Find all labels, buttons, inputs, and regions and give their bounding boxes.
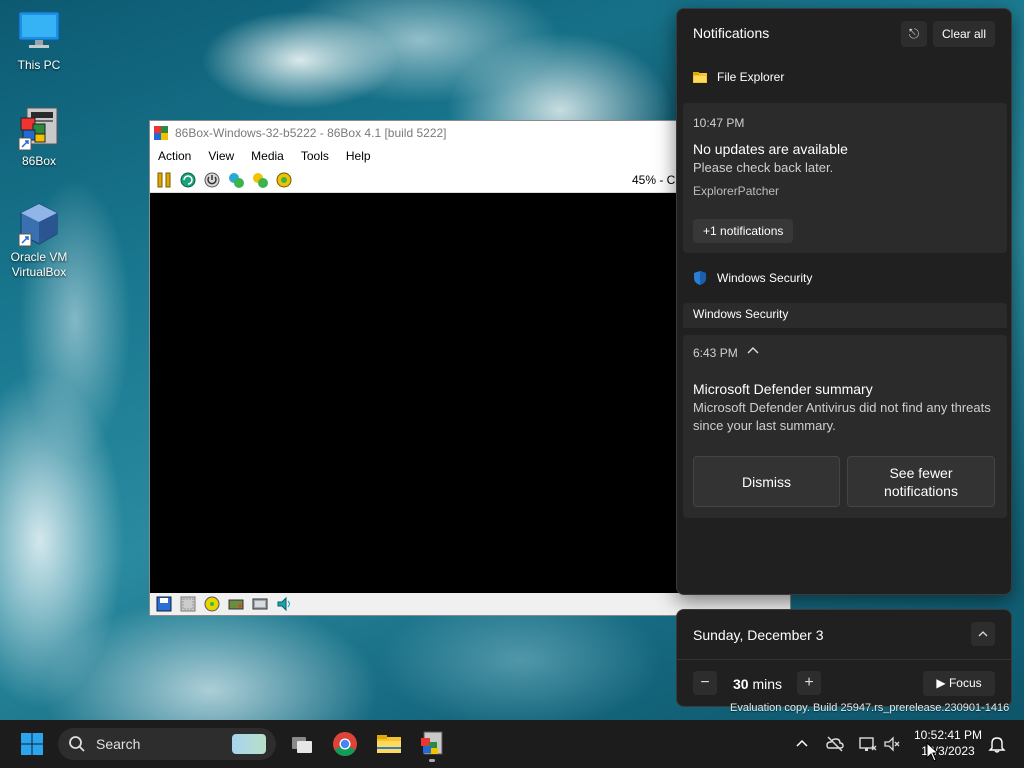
cdrom-icon[interactable] <box>204 596 220 612</box>
notification-bell-icon[interactable] <box>987 734 1007 754</box>
notification-time: 6:43 PM <box>693 346 738 360</box>
focus-start-button[interactable]: ▶ Focus <box>923 671 995 696</box>
running-indicator <box>429 759 435 762</box>
86box-taskbar-icon[interactable] <box>416 728 448 762</box>
ctrl-alt-esc-icon[interactable] <box>251 171 269 189</box>
evaluation-watermark: Evaluation copy. Build 25947.rs_prerelea… <box>730 702 1010 714</box>
network-icon[interactable] <box>857 734 877 754</box>
volume-muted-icon[interactable] <box>882 734 902 754</box>
clear-all-button[interactable]: Clear all <box>933 21 995 47</box>
floppy-icon[interactable] <box>156 596 172 612</box>
onedrive-offline-icon[interactable] <box>825 734 845 754</box>
notification-heading: Microsoft Defender summary <box>693 381 873 397</box>
notifications-title: Notifications <box>693 25 770 41</box>
notification-body: Microsoft Defender Antivirus did not fin… <box>693 400 991 433</box>
taskbar: Search 10:52:41 PM 12/3/2023 <box>0 720 1024 768</box>
notification-subheader-label: Windows Security <box>693 307 789 321</box>
desktop-icon-86box[interactable]: 86Box <box>4 106 74 169</box>
network-icon[interactable] <box>252 596 268 612</box>
desktop-icon-virtualbox[interactable]: Oracle VM VirtualBox <box>4 202 74 280</box>
power-icon[interactable] <box>203 171 221 189</box>
desktop-icon-label: Oracle VM VirtualBox <box>10 250 68 279</box>
search-placeholder: Search <box>96 736 141 752</box>
86box-app-icon <box>154 126 168 140</box>
notification-center: Notifications ⎋ Clear all File Explorer … <box>676 8 1012 595</box>
86box-app-icon <box>17 106 61 152</box>
divider <box>677 659 1011 660</box>
menu-help[interactable]: Help <box>342 149 384 163</box>
menu-media[interactable]: Media <box>247 149 297 163</box>
notification-time: 10:47 PM <box>693 116 745 130</box>
group-app-name: Windows Security <box>717 271 813 285</box>
group-app-name: File Explorer <box>717 70 785 84</box>
more-notifications-button[interactable]: +1 notifications <box>693 219 794 243</box>
menu-tools[interactable]: Tools <box>297 149 342 163</box>
chevron-up-icon[interactable] <box>971 622 995 646</box>
focus-duration-value: 30 <box>733 676 749 692</box>
see-fewer-notifications-button[interactable]: See fewer notifications <box>847 456 995 507</box>
desktop: This PC 86Box Oracle VM VirtualBox 86Box… <box>0 0 1024 720</box>
pause-icon[interactable] <box>155 171 173 189</box>
chrome-icon[interactable] <box>329 728 361 760</box>
taskbar-clock[interactable]: 10:52:41 PM 12/3/2023 <box>906 727 990 759</box>
folder-icon <box>693 70 707 84</box>
clock-date: 12/3/2023 <box>921 744 975 758</box>
reset-icon[interactable] <box>179 171 197 189</box>
show-hidden-icons-chevron-icon[interactable] <box>792 734 812 754</box>
menu-action[interactable]: Action <box>154 149 204 163</box>
do-not-disturb-icon[interactable]: ⎋ <box>901 21 927 47</box>
start-button[interactable] <box>16 728 48 760</box>
settings-icon[interactable] <box>275 171 293 189</box>
chevron-up-icon[interactable] <box>747 344 759 356</box>
ctrl-alt-del-icon[interactable] <box>227 171 245 189</box>
floppy-empty-icon[interactable] <box>180 596 196 612</box>
task-view-icon[interactable] <box>286 728 318 760</box>
hard-disk-icon[interactable] <box>228 596 244 612</box>
dismiss-button[interactable]: Dismiss <box>693 456 840 507</box>
search-icon <box>69 736 85 752</box>
sound-icon[interactable] <box>276 596 292 612</box>
focus-duration: 30 mins <box>733 676 782 692</box>
notification-group-header-file-explorer: File Explorer <box>693 70 784 84</box>
notification-group-header-windows-security: Windows Security <box>693 271 812 285</box>
notification-card-updates[interactable]: 10:47 PM No updates are available Please… <box>683 103 1007 253</box>
calendar-date: Sunday, December 3 <box>693 627 824 643</box>
search-highlight-icon <box>232 734 266 754</box>
calendar-panel: Sunday, December 3 − 30 mins + ▶ Focus <box>676 609 1012 707</box>
vm-zoom-readout: 45% - Cl <box>632 173 679 187</box>
notification-card-defender[interactable]: 6:43 PM Microsoft Defender summary Micro… <box>683 335 1007 518</box>
notification-source: ExplorerPatcher <box>693 184 780 198</box>
notification-heading: No updates are available <box>693 141 848 157</box>
mouse-cursor-icon <box>926 741 940 762</box>
desktop-icon-this-pc[interactable]: This PC <box>4 10 74 73</box>
desktop-icon-label: This PC <box>17 58 61 72</box>
notification-body: Please check back later. <box>693 160 834 175</box>
focus-label: Focus <box>948 676 982 690</box>
focus-increase-button[interactable]: + <box>797 671 821 695</box>
file-explorer-icon[interactable] <box>373 728 405 760</box>
focus-decrease-button[interactable]: − <box>693 671 717 695</box>
shield-icon <box>693 271 707 285</box>
vm-window-title: 86Box-Windows-32-b5222 - 86Box 4.1 [buil… <box>175 126 447 140</box>
play-icon: ▶ <box>936 676 946 690</box>
windows-logo-icon <box>21 733 43 755</box>
clock-time: 10:52:41 PM <box>913 728 983 742</box>
focus-duration-unit: mins <box>752 676 783 692</box>
virtualbox-app-icon <box>17 202 61 248</box>
taskbar-search-box[interactable]: Search <box>58 728 276 760</box>
notification-subheader: Windows Security <box>683 303 1007 328</box>
menu-view[interactable]: View <box>204 149 247 163</box>
desktop-icon-label: 86Box <box>21 154 57 168</box>
this-pc-icon <box>17 10 61 56</box>
